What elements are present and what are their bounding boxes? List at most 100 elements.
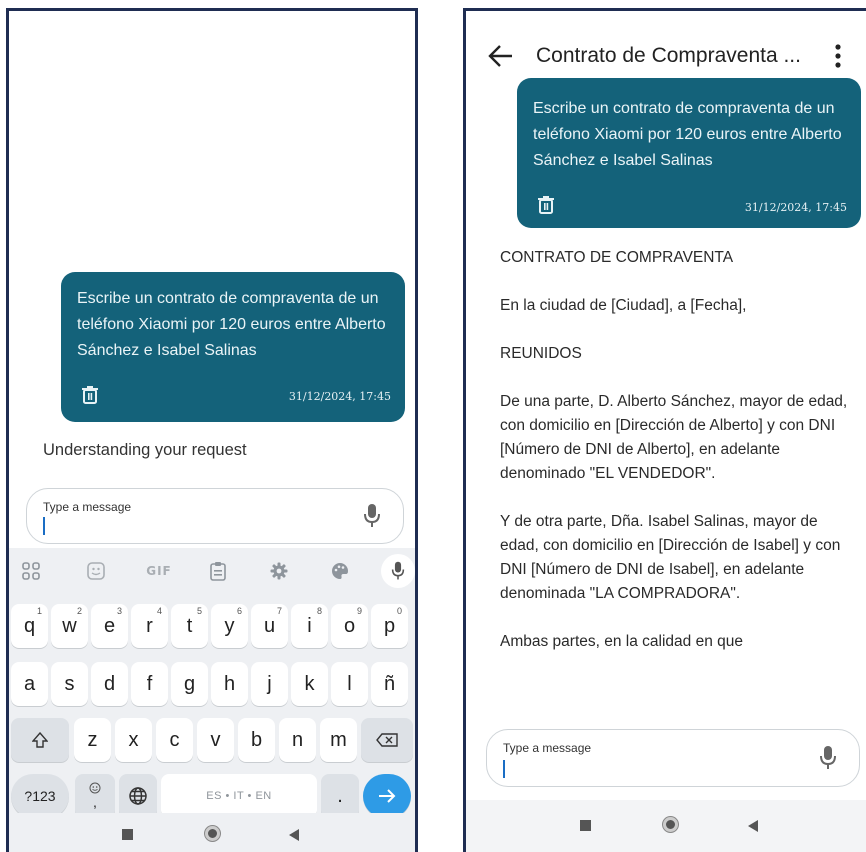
key-hint: 8 [316, 606, 322, 616]
key-e[interactable]: e3 [91, 604, 128, 648]
key-hint: 9 [356, 606, 362, 616]
more-vert-icon[interactable] [835, 44, 841, 68]
key-o[interactable]: o9 [331, 604, 368, 648]
key-n[interactable]: n [279, 718, 316, 762]
key-g[interactable]: g [171, 662, 208, 706]
user-message-bubble: Escribe un contrato de compraventa de un… [517, 78, 861, 228]
soft-keyboard: GIF q1 w2 e3 r4 t5 y6 u7 i8 o9 p0 a s d … [9, 548, 415, 852]
key-h[interactable]: h [211, 662, 248, 706]
symbols-key[interactable]: ?123 [11, 774, 69, 818]
gif-button[interactable]: GIF [139, 556, 179, 586]
message-input[interactable]: Type a message [486, 729, 860, 787]
key-t[interactable]: t5 [171, 604, 208, 648]
back-arrow-icon[interactable] [488, 43, 514, 69]
nav-recents-icon[interactable] [122, 829, 133, 840]
key-i[interactable]: i8 [291, 604, 328, 648]
keyboard-mic-icon[interactable] [381, 554, 415, 588]
key-z[interactable]: z [74, 718, 111, 762]
emoji-comma-key[interactable]: , [75, 774, 115, 818]
key-k[interactable]: k [291, 662, 328, 706]
key-label: i [307, 614, 312, 637]
text-caret [503, 760, 505, 778]
key-s[interactable]: s [51, 662, 88, 706]
key-d[interactable]: d [91, 662, 128, 706]
trash-icon[interactable] [82, 386, 98, 404]
comma-label: , [93, 794, 97, 810]
nav-home-icon[interactable] [205, 826, 220, 841]
nav-home-icon[interactable] [663, 817, 678, 832]
nav-back-icon[interactable] [289, 829, 299, 841]
input-placeholder: Type a message [503, 741, 592, 755]
apps-grid-icon[interactable] [16, 556, 46, 586]
key-label: o [343, 614, 356, 637]
right-phone-screen: Contrato de Compraventa ... Escribe un c… [463, 8, 866, 852]
language-key[interactable] [119, 774, 157, 818]
gif-label: GIF [146, 564, 172, 578]
space-bar[interactable]: ES • IT • EN [161, 774, 317, 818]
user-message-text: Escribe un contrato de compraventa de un… [533, 100, 842, 169]
nav-recents-icon[interactable] [580, 820, 591, 831]
mic-icon[interactable] [819, 745, 837, 771]
key-b[interactable]: b [238, 718, 275, 762]
globe-icon [129, 787, 147, 805]
key-l[interactable]: l [331, 662, 368, 706]
mic-icon[interactable] [363, 503, 381, 529]
key-label: w [62, 614, 77, 637]
contract-paragraph: Y de otra parte, Dña. Isabel Salinas, ma… [500, 513, 841, 602]
nav-back-icon[interactable] [748, 820, 758, 832]
assistant-response: CONTRATO DE COMPRAVENTA En la ciudad de … [500, 246, 850, 678]
sticker-icon[interactable] [81, 556, 111, 586]
contract-paragraph: REUNIDOS [500, 345, 582, 362]
status-text: Understanding your request [43, 441, 247, 459]
key-hint: 7 [276, 606, 282, 616]
settings-gear-icon[interactable] [264, 556, 294, 586]
clipboard-icon[interactable] [203, 556, 233, 586]
key-v[interactable]: v [197, 718, 234, 762]
conversation-title: Contrato de Compraventa ... [536, 44, 801, 67]
key-n-tilde[interactable]: ñ [371, 662, 408, 706]
shift-icon [32, 732, 48, 748]
key-hint: 4 [156, 606, 162, 616]
key-q[interactable]: q1 [11, 604, 48, 648]
key-y[interactable]: y6 [211, 604, 248, 648]
contract-paragraph: De una parte, D. Alberto Sánchez, mayor … [500, 393, 848, 482]
key-j[interactable]: j [251, 662, 288, 706]
key-a[interactable]: a [11, 662, 48, 706]
key-f[interactable]: f [131, 662, 168, 706]
key-label: e [103, 614, 116, 637]
key-label: p [383, 614, 396, 637]
emoji-icon [89, 782, 101, 794]
key-hint: 0 [396, 606, 402, 616]
enter-arrow-icon [379, 789, 396, 803]
space-bar-label: ES • IT • EN [206, 790, 272, 802]
message-timestamp: 31/12/2024, 17:45 [288, 390, 391, 403]
message-input[interactable]: Type a message [26, 488, 404, 544]
key-label: t [186, 614, 193, 637]
message-timestamp: 31/12/2024, 17:45 [744, 201, 847, 214]
key-c[interactable]: c [156, 718, 193, 762]
key-x[interactable]: x [115, 718, 152, 762]
key-u[interactable]: u7 [251, 604, 288, 648]
key-label: u [263, 614, 276, 637]
palette-icon[interactable] [325, 556, 355, 586]
backspace-key[interactable] [361, 718, 413, 762]
contract-heading: CONTRATO DE COMPRAVENTA [500, 249, 734, 266]
input-placeholder: Type a message [43, 500, 132, 514]
key-r[interactable]: r4 [131, 604, 168, 648]
enter-key[interactable] [363, 774, 411, 818]
key-w[interactable]: w2 [51, 604, 88, 648]
key-hint: 3 [116, 606, 122, 616]
contract-paragraph: Ambas partes, en la calidad en que [500, 633, 743, 650]
system-navigation-bar [9, 813, 415, 852]
key-label: r [146, 614, 153, 637]
left-phone-screen: Escribe un contrato de compraventa de un… [6, 8, 418, 852]
key-p[interactable]: p0 [371, 604, 408, 648]
shift-key[interactable] [11, 718, 69, 762]
key-m[interactable]: m [320, 718, 357, 762]
key-label: q [23, 614, 36, 637]
key-hint: 2 [76, 606, 82, 616]
user-message-text: Escribe un contrato de compraventa de un… [77, 290, 386, 359]
trash-icon[interactable] [538, 196, 554, 214]
text-caret [43, 517, 45, 535]
period-key[interactable]: . [321, 774, 359, 818]
